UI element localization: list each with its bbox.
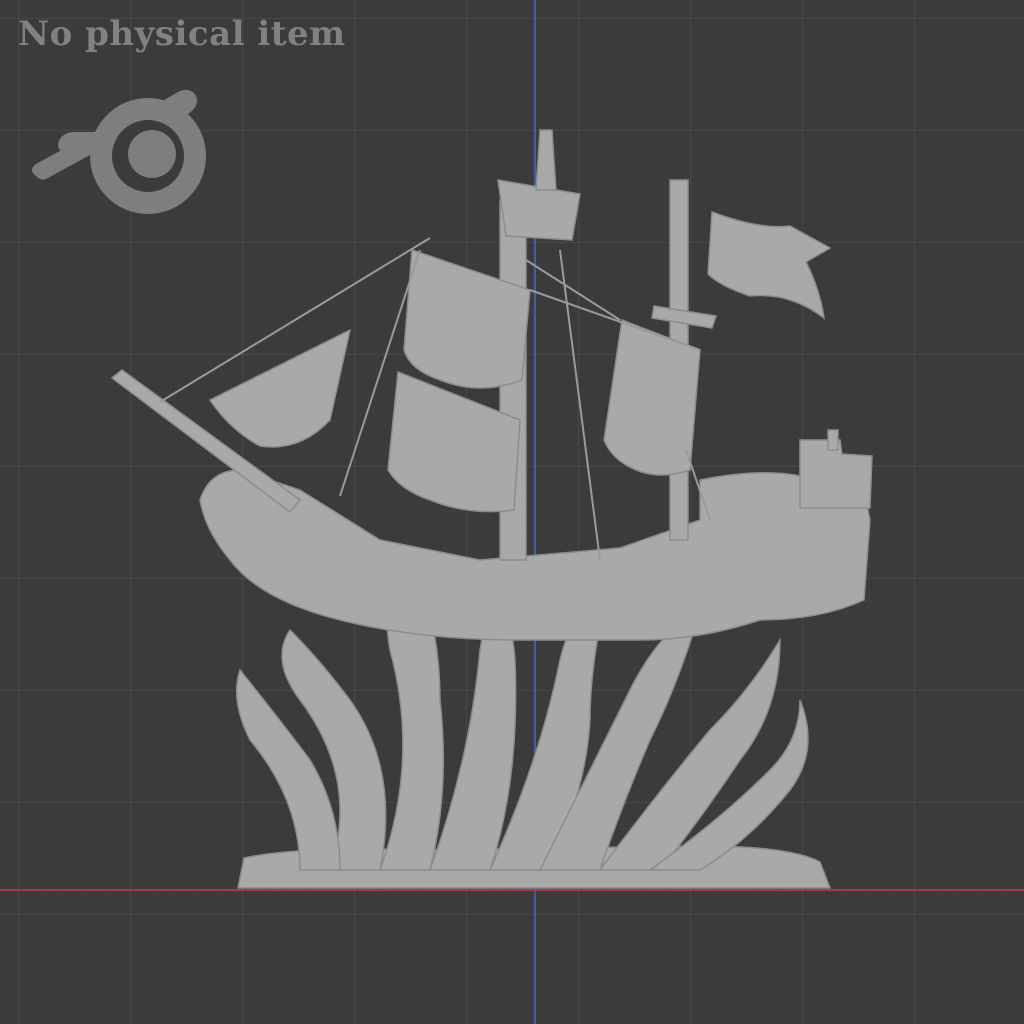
3d-viewport[interactable]: No physical item (0, 0, 1024, 1024)
ship-hull (199, 469, 871, 641)
ship-model[interactable] (0, 0, 1024, 1024)
sail-front (208, 328, 352, 448)
flag (707, 210, 832, 320)
